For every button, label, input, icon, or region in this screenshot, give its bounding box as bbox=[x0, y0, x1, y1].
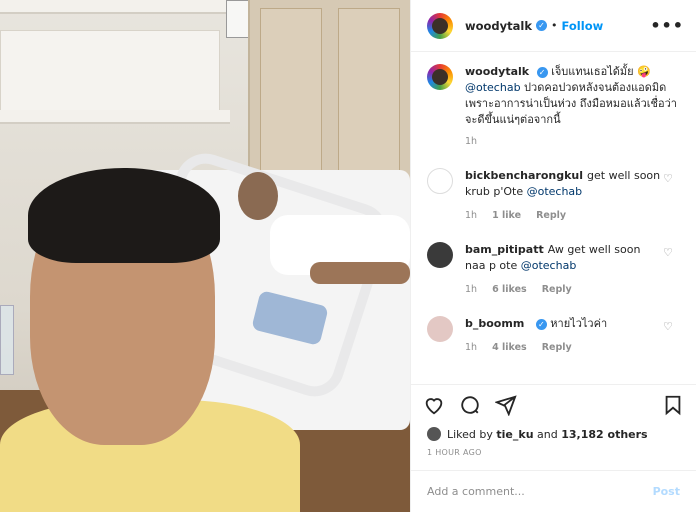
caption-body: woodytalk ✓ เจ็บแทนเธอได้มั้ย 🤪 @otechab… bbox=[465, 64, 680, 150]
avatar[interactable] bbox=[427, 316, 453, 342]
comment-meta: 1h 1 like Reply bbox=[465, 208, 661, 224]
photo-patient-head bbox=[238, 172, 278, 220]
photo-selfie-hair bbox=[28, 168, 220, 263]
avatar[interactable] bbox=[427, 12, 453, 39]
follow-button[interactable]: Follow bbox=[562, 19, 604, 33]
verified-badge-icon: ✓ bbox=[535, 318, 547, 330]
reply-button[interactable]: Reply bbox=[542, 284, 572, 295]
comment-username[interactable]: b_boomm bbox=[465, 317, 524, 330]
likes-count[interactable]: 13,182 others bbox=[561, 428, 647, 441]
photo-wall-panel bbox=[0, 30, 220, 115]
comments-list[interactable]: woodytalk ✓ เจ็บแทนเธอได้มั้ย 🤪 @otechab… bbox=[411, 52, 696, 384]
add-comment-input[interactable] bbox=[427, 485, 653, 498]
avatar[interactable] bbox=[427, 64, 453, 90]
comment-time[interactable]: 1h bbox=[465, 342, 477, 353]
verified-badge-icon: ✓ bbox=[536, 66, 548, 78]
like-comment-heart-icon[interactable]: ♡ bbox=[663, 246, 674, 259]
likes-prefix: Liked by bbox=[447, 427, 493, 441]
caption-username[interactable]: woodytalk bbox=[465, 65, 529, 78]
comment-username[interactable]: bam_pitipatt bbox=[465, 243, 544, 256]
avatar[interactable] bbox=[427, 242, 453, 268]
verified-badge-icon: ✓ bbox=[536, 20, 548, 31]
comment-text: หายไวไวค่า bbox=[550, 317, 608, 330]
likes-middle: and bbox=[537, 427, 558, 441]
photo-patient-arm bbox=[310, 262, 410, 284]
photo-shelf bbox=[0, 110, 230, 124]
instagram-post: woodytalk ✓ • Follow ••• woodytalk ✓ เจ็… bbox=[0, 0, 696, 512]
bookmark-icon[interactable] bbox=[662, 394, 684, 416]
comment-likes[interactable]: 1 like bbox=[492, 210, 521, 221]
comment-item: bam_pitipatt Aw get well soon naa p ote @… bbox=[427, 242, 680, 298]
separator-dot: • bbox=[551, 19, 558, 32]
share-icon[interactable] bbox=[495, 394, 517, 416]
avatar[interactable] bbox=[427, 168, 453, 194]
post-sidebar: woodytalk ✓ • Follow ••• woodytalk ✓ เจ็… bbox=[410, 0, 696, 512]
comment-time[interactable]: 1h bbox=[465, 210, 477, 221]
comment-meta: 1h 6 likes Reply bbox=[465, 282, 661, 298]
photo-shelf-top bbox=[0, 0, 230, 14]
photo-glass bbox=[0, 305, 14, 375]
comment-item: b_boomm ✓ หายไวไวค่า 1h 4 likes Reply ♡ bbox=[427, 316, 680, 356]
comment-time[interactable]: 1h bbox=[465, 284, 477, 295]
caption-text: เจ็บแทนเธอได้มั้ย 🤪 bbox=[551, 65, 651, 78]
comment-meta: 1h 4 likes Reply bbox=[465, 340, 661, 356]
liker-username[interactable]: tie_ku bbox=[496, 428, 533, 441]
comment-username[interactable]: bickbencharongkul bbox=[465, 169, 583, 182]
comment-mention[interactable]: @otechab bbox=[527, 185, 583, 198]
comment-likes[interactable]: 4 likes bbox=[492, 342, 527, 353]
post-comment-button[interactable]: Post bbox=[653, 485, 680, 498]
add-comment-bar: Post bbox=[411, 470, 696, 512]
liker-avatar[interactable] bbox=[427, 427, 441, 441]
caption-mention[interactable]: @otechab bbox=[465, 81, 521, 94]
header-username[interactable]: woodytalk bbox=[465, 19, 532, 33]
comment-likes[interactable]: 6 likes bbox=[492, 284, 527, 295]
reply-button[interactable]: Reply bbox=[542, 342, 572, 353]
comment-mention[interactable]: @otechab bbox=[521, 259, 577, 272]
post-photo[interactable] bbox=[0, 0, 410, 512]
post-timestamp[interactable]: 1 HOUR AGO bbox=[411, 444, 696, 470]
comment-icon[interactable] bbox=[459, 394, 481, 416]
comment-body: bam_pitipatt Aw get well soon naa p ote @… bbox=[465, 242, 661, 298]
caption-time[interactable]: 1h bbox=[465, 134, 680, 150]
heart-icon[interactable] bbox=[423, 394, 445, 416]
caption: woodytalk ✓ เจ็บแทนเธอได้มั้ย 🤪 @otechab… bbox=[427, 64, 680, 150]
post-header: woodytalk ✓ • Follow ••• bbox=[411, 0, 696, 52]
comment-body: bickbencharongkul get well soon krub p'Ot… bbox=[465, 168, 661, 224]
reply-button[interactable]: Reply bbox=[536, 210, 566, 221]
like-comment-heart-icon[interactable]: ♡ bbox=[663, 172, 674, 185]
likes-summary: Liked by tie_ku and 13,182 others bbox=[411, 424, 696, 444]
comment-body: b_boomm ✓ หายไวไวค่า 1h 4 likes Reply bbox=[465, 316, 661, 356]
action-bar bbox=[411, 384, 696, 424]
comment-item: bickbencharongkul get well soon krub p'Ot… bbox=[427, 168, 680, 224]
more-options-icon[interactable]: ••• bbox=[650, 16, 684, 35]
like-comment-heart-icon[interactable]: ♡ bbox=[663, 320, 674, 333]
